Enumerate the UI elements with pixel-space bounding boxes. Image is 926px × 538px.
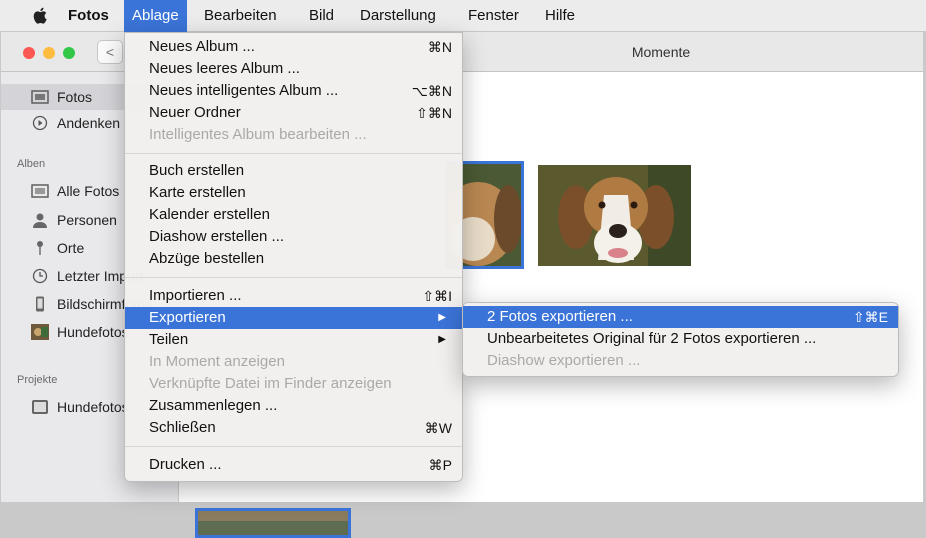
menu-item-neues-intelligentes-album[interactable]: Neues intelligentes Album ... ⌥⌘N [125,80,462,102]
photos-icon [31,90,49,104]
album-thumbnail-icon [31,324,49,340]
menu-app-fotos[interactable]: Fotos [60,0,117,32]
menu-item-neuer-ordner[interactable]: Neuer Ordner ⇧⌘N [125,102,462,124]
menu-item-karte-erstellen[interactable]: Karte erstellen [125,182,462,204]
menu-item-intelligentes-album-bearbeiten: Intelligentes Album bearbeiten ... [149,126,367,143]
sidebar-header-alben: Alben [17,158,46,170]
menu-item-abzuege-bestellen[interactable]: Abzüge bestellen [125,248,462,270]
menu-item-verknuepfte-datei: Verknüpfte Datei im Finder anzeigen [149,375,392,392]
submenu-item-diashow-exportieren: Diashow exportieren ... [487,352,641,369]
back-button[interactable]: < [97,40,123,64]
menu-separator [125,153,462,154]
dog-photo-image [538,165,691,266]
menu-item-kalender-erstellen[interactable]: Kalender erstellen [125,204,462,226]
menu-bar: Fotos Ablage Bearbeiten Bild Darstellung… [0,0,926,32]
menu-item-neues-album[interactable]: Neues Album ... ⌘N [125,36,462,58]
menu-item-drucken[interactable]: Drucken ... ⌘P [125,454,462,476]
menu-item-neues-leeres-album[interactable]: Neues leeres Album ... [125,58,462,80]
menu-item-diashow-erstellen[interactable]: Diashow erstellen ... [125,226,462,248]
menu-item-in-moment-anzeigen: In Moment anzeigen [149,353,285,370]
menu-item-zusammenlegen[interactable]: Zusammenlegen ... [125,395,462,417]
menu-item-exportieren[interactable]: Exportieren ▶ [125,307,462,329]
menu-fenster[interactable]: Fenster [460,0,527,32]
menu-item-importieren[interactable]: Importieren ... ⇧⌘I [125,285,462,307]
menu-item-buch-erstellen[interactable]: Buch erstellen [125,160,462,182]
phone-icon [36,296,44,312]
photo-thumbnail-3[interactable] [195,508,351,538]
landscape-photo-image [198,511,348,535]
pin-icon [37,241,43,255]
sidebar-header-projekte: Projekte [17,374,58,386]
zoom-button[interactable] [63,47,75,59]
photo-thumbnail-2[interactable] [538,165,691,266]
menu-hilfe[interactable]: Hilfe [537,0,583,32]
window-title: Momente [631,44,691,60]
menu-separator [125,277,462,278]
person-icon [33,213,47,228]
close-button[interactable] [23,47,35,59]
menu-ablage[interactable]: Ablage [124,0,187,32]
ablage-menu: Neues Album ... ⌘N Neues leeres Album ...… [124,32,463,482]
memories-icon [32,115,48,131]
menu-bild[interactable]: Bild [301,0,342,32]
submenu-arrow-icon: ▶ [438,334,446,345]
album-icon [31,184,49,198]
menu-item-schliessen[interactable]: Schließen ⌘W [125,417,462,439]
menu-item-teilen[interactable]: Teilen ▶ [125,329,462,351]
minimize-button[interactable] [43,47,55,59]
menu-darstellung[interactable]: Darstellung [352,0,444,32]
clock-icon [32,268,48,284]
menu-separator [125,446,462,447]
project-icon [32,400,48,414]
exportieren-submenu: 2 Fotos exportieren ... ⇧⌘E Unbearbeitete… [462,302,899,377]
apple-icon[interactable] [33,7,47,24]
submenu-item-unbearbeitetes-original[interactable]: Unbearbeitetes Original für 2 Fotos expo… [463,328,898,350]
menu-bearbeiten[interactable]: Bearbeiten [196,0,285,32]
chevron-left-icon: < [105,44,115,60]
submenu-arrow-icon: ▶ [438,312,446,323]
submenu-item-2-fotos-exportieren[interactable]: 2 Fotos exportieren ... ⇧⌘E [463,306,898,328]
